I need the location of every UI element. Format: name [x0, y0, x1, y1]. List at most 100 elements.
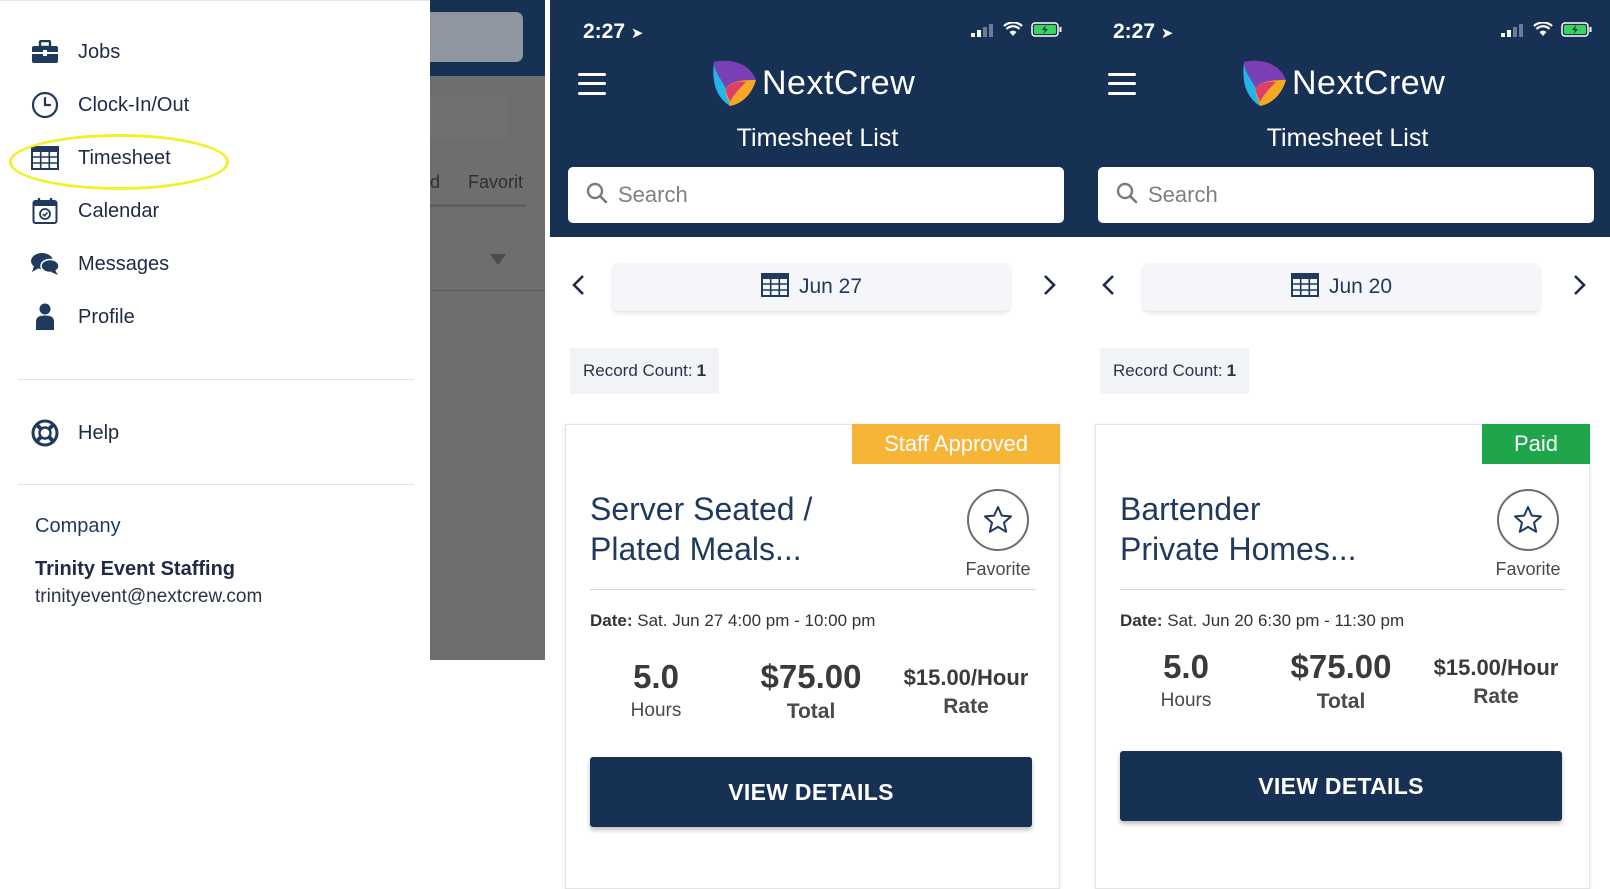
search-field[interactable] [1098, 167, 1594, 223]
drawer-dim-overlay[interactable]: d Favorit [430, 0, 545, 660]
status-badge: Staff Approved [852, 424, 1060, 464]
company-heading: Company [35, 515, 121, 537]
lifebuoy-icon [30, 418, 60, 448]
shift-date-label: Date: [1120, 611, 1163, 630]
table-grid-icon [1290, 272, 1319, 302]
job-title-line: Bartender [1120, 491, 1261, 527]
dimmed-bar [430, 96, 508, 140]
menu-item-messages[interactable]: Messages [30, 244, 390, 284]
hours-value: 5.0 [633, 658, 679, 695]
rate-label: Rate [1473, 685, 1519, 708]
dimmed-divider [430, 290, 545, 291]
hamburger-menu-button[interactable] [578, 70, 606, 98]
menu-item-clock-in-out[interactable]: Clock-In/Out [30, 85, 390, 125]
hours-value: 5.0 [1163, 648, 1209, 685]
favorite-button[interactable]: Favorite [965, 489, 1031, 580]
search-input[interactable] [618, 182, 1038, 208]
timesheet-card: Paid Bartender Private Homes... Favorite… [1095, 424, 1590, 889]
favorite-button[interactable]: Favorite [1495, 489, 1561, 580]
search-input[interactable] [1148, 182, 1568, 208]
status-badge: Paid [1481, 424, 1590, 464]
total-stat: $75.00 Total [1271, 648, 1411, 714]
record-count-badge: Record Count: 1 [1100, 348, 1250, 394]
rate-value: $15.00/Hour [1433, 655, 1559, 680]
card-divider [1120, 589, 1565, 590]
search-field[interactable] [568, 167, 1064, 223]
week-selector[interactable]: Jun 27 [613, 263, 1010, 311]
nav-drawer-panel: Jobs Clock-In/Out Timesheet Calendar Mes [0, 0, 545, 889]
status-icons [971, 21, 1063, 42]
menu-item-profile[interactable]: Profile [30, 297, 390, 337]
next-week-button[interactable] [1565, 270, 1595, 300]
chevron-left-icon [1102, 275, 1114, 295]
star-icon [967, 489, 1029, 551]
total-value: $75.00 [760, 658, 862, 695]
menu-item-help[interactable]: Help [30, 413, 390, 453]
previous-week-button[interactable] [1093, 270, 1123, 300]
favorite-label: Favorite [1495, 559, 1561, 579]
record-count-value: 1 [1226, 361, 1237, 380]
menu-item-label: Messages [78, 252, 170, 275]
view-details-button[interactable]: VIEW DETAILS [590, 757, 1032, 827]
week-selector[interactable]: Jun 20 [1143, 263, 1540, 311]
calendar-icon [30, 196, 60, 226]
shift-date: Date: Sat. Jun 27 4:00 pm - 10:00 pm [590, 611, 875, 631]
signal-icon [1501, 23, 1525, 42]
rate-stat: $15.00/Hour Rate [896, 665, 1036, 719]
week-label: Jun 20 [1328, 275, 1393, 298]
app-header: 2:27 ➤ NextCrew Timesheet List [1080, 0, 1610, 237]
wifi-icon [1003, 21, 1023, 42]
view-details-button[interactable]: VIEW DETAILS [1120, 751, 1562, 821]
record-count-badge: Record Count: 1 [570, 348, 720, 394]
record-count-label: Record Count: [1113, 361, 1223, 380]
rate-value: $15.00/Hour [903, 665, 1029, 690]
person-icon [30, 302, 60, 332]
nextcrew-logo-icon [713, 60, 756, 106]
timesheet-highlight-annotation [9, 134, 229, 190]
total-value: $75.00 [1290, 648, 1392, 685]
menu-item-label: Help [78, 421, 120, 444]
shift-date-value: Sat. Jun 27 4:00 pm - 10:00 pm [637, 611, 876, 630]
menu-divider [18, 484, 414, 485]
previous-week-button[interactable] [563, 270, 593, 300]
search-icon [1116, 182, 1138, 209]
job-title-line: Server Seated / [590, 491, 813, 527]
next-week-button[interactable] [1035, 270, 1065, 300]
menu-item-jobs[interactable]: Jobs [30, 32, 390, 72]
hamburger-menu-button[interactable] [1108, 70, 1136, 98]
app-name: NextCrew [1292, 63, 1446, 102]
search-icon [586, 182, 608, 209]
battery-icon [1031, 22, 1063, 42]
menu-divider [18, 379, 414, 380]
nextcrew-logo-icon [1243, 60, 1286, 106]
wifi-icon [1533, 21, 1553, 42]
shift-date-value: Sat. Jun 20 6:30 pm - 11:30 pm [1167, 611, 1405, 630]
job-title-line: Private Homes... [1120, 531, 1357, 567]
total-stat: $75.00 Total [741, 658, 881, 724]
timesheet-screen: 2:27 ➤ NextCrew Timesheet List Jun 27 Re… [550, 0, 1085, 889]
status-icons [1501, 21, 1593, 42]
total-label: Total [1316, 690, 1366, 713]
dimmed-caret-icon [490, 254, 506, 265]
app-header: 2:27 ➤ NextCrew Timesheet List [550, 0, 1085, 237]
rate-label: Rate [943, 695, 989, 718]
job-title: Bartender Private Homes... [1120, 489, 1420, 569]
nav-drawer: Jobs Clock-In/Out Timesheet Calendar Mes [0, 0, 430, 889]
menu-item-label: Profile [78, 305, 135, 328]
menu-item-calendar[interactable]: Calendar [30, 191, 390, 231]
record-count-label: Record Count: [583, 361, 693, 380]
chevron-right-icon [1044, 275, 1056, 295]
hours-stat: 5.0 Hours [606, 658, 706, 722]
chevron-right-icon [1574, 275, 1586, 295]
hours-stat: 5.0 Hours [1136, 648, 1236, 712]
record-count-value: 1 [696, 361, 707, 380]
dimmed-search-bar [430, 12, 523, 62]
hours-label: Hours [630, 700, 682, 721]
signal-icon [971, 23, 995, 42]
menu-item-label: Jobs [78, 40, 121, 63]
dimmed-tab-underline [430, 204, 526, 207]
company-email: trinityevent@nextcrew.com [35, 586, 263, 607]
menu-item-label: Calendar [78, 199, 160, 222]
timesheet-screen: 2:27 ➤ NextCrew Timesheet List Jun 20 Re… [1080, 0, 1610, 889]
app-logo: NextCrew [1240, 58, 1445, 108]
